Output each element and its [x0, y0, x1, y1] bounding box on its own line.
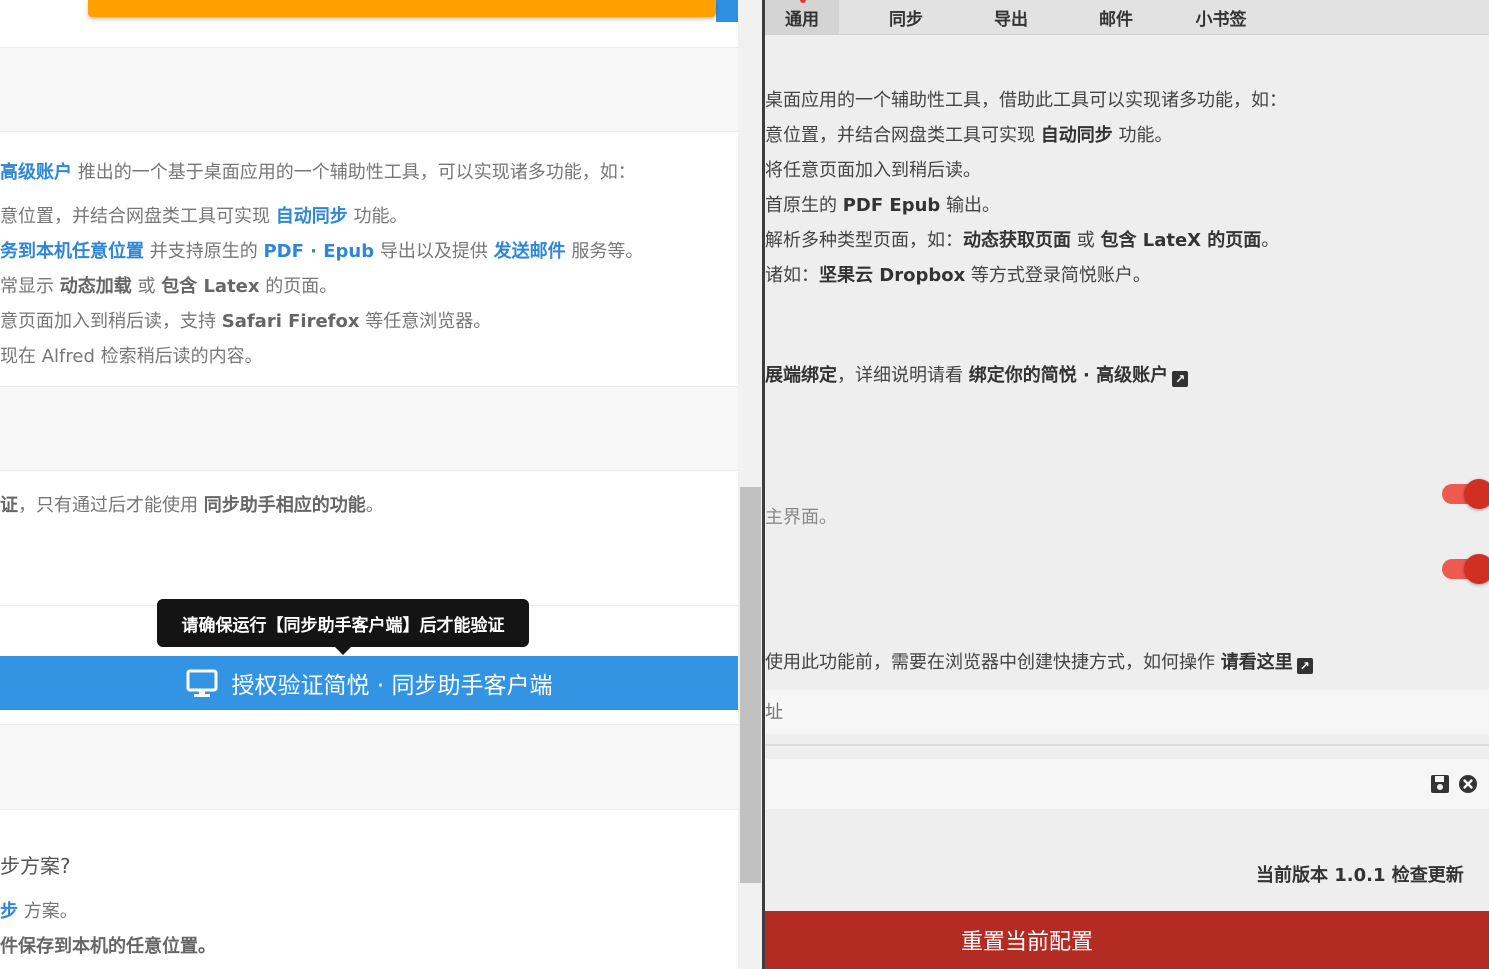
save-icon[interactable]: [1430, 774, 1450, 794]
reset-button-label: 重置当前配置: [960, 930, 1093, 955]
desc-line: 首原生的 PDF Epub 输出。: [765, 195, 1001, 216]
desc-line: 意位置，并结合网盘类工具可实现 自动同步 功能。: [765, 125, 1173, 146]
feature-line-dynamic: 常显示 动态加载 或 包含 Latex 的页面。: [0, 276, 338, 297]
scrollbar-thumb[interactable]: [740, 487, 761, 883]
faq-answer-line2: 件保存到本机的任意位置。: [0, 936, 216, 957]
bind-account-link[interactable]: 绑定你的简悦 · 高级账户: [969, 365, 1168, 386]
see-here-link[interactable]: 请看这里: [1221, 652, 1293, 673]
desc-line: 诸如：坚果云 Dropbox 等方式登录简悦账户。: [765, 265, 1151, 286]
desc-line: 将任意页面加入到稍后读。: [765, 160, 981, 181]
authorize-button-label: 授权验证简悦 · 同步助手客户端: [231, 673, 553, 699]
config-row: [765, 759, 1489, 809]
divider: [765, 744, 1489, 746]
desc-line: 桌面应用的一个辅助性工具，借助此工具可以实现诸多功能，如：: [765, 90, 1287, 111]
section-header-band: [0, 47, 738, 132]
toggle-label: 主界面。: [765, 507, 837, 528]
faq-question: 步方案?: [0, 854, 71, 878]
options-page-left: 高级账户 推出的一个基于桌面应用的一个辅助性工具，可以实现诸多功能，如： 意位置…: [0, 0, 738, 969]
tab-export[interactable]: 导出: [974, 0, 1048, 34]
feature-line-sync: 意位置，并结合网盘类工具可实现 自动同步 功能。: [0, 206, 408, 227]
tab-general[interactable]: 通用: [765, 0, 839, 34]
settings-panel-right: 通用 同步 导出 邮件 小书签 桌面应用的一个辅助性工具，借助此工具可以实现诸多…: [765, 0, 1489, 969]
feature-line-readlater: 意页面加入到稍后读，支持 Safari Firefox 等任意浏览器。: [0, 311, 492, 332]
toggle-switch[interactable]: [1442, 479, 1489, 509]
url-input[interactable]: [765, 690, 1489, 734]
auth-tooltip: 请确保运行【同步助手客户端】后才能验证: [157, 599, 529, 655]
notification-dot: [800, 0, 806, 3]
feature-line-alfred: 现在 Alfred 检索稍后读的内容。: [0, 346, 263, 367]
authorize-client-button[interactable]: 授权验证简悦 · 同步助手客户端: [0, 656, 738, 710]
shortcut-help-line: 使用此功能前，需要在浏览器中创建快捷方式，如何操作 请看这里 ↗: [765, 648, 1313, 674]
reset-config-button[interactable]: 重置当前配置: [765, 911, 1489, 969]
tab-sync[interactable]: 同步: [869, 0, 943, 34]
external-link-icon[interactable]: ↗: [1296, 658, 1313, 674]
tab-mail[interactable]: 邮件: [1079, 0, 1153, 34]
external-link-icon[interactable]: ↗: [1172, 371, 1189, 387]
section-header-band: [0, 386, 738, 471]
settings-tabs: 通用 同步 导出 邮件 小书签: [765, 0, 1489, 35]
monitor-icon: [186, 669, 218, 697]
version-info: 当前版本 1.0.1 检查更新: [1256, 865, 1464, 886]
section-header-band: [0, 724, 738, 810]
notification-banner: [88, 0, 716, 17]
faq-answer-line1: 步 方案。: [0, 901, 78, 922]
intro-text: 高级账户 推出的一个基于桌面应用的一个辅助性工具，可以实现诸多功能，如：: [0, 162, 636, 183]
left-scrollbar[interactable]: [738, 0, 763, 969]
close-circle-icon[interactable]: [1458, 774, 1478, 794]
top-bar-edge: [716, 0, 738, 22]
toggle-switch[interactable]: [1442, 554, 1489, 584]
auth-note: 证，只有通过后才能使用 同步助手相应的功能。: [0, 495, 384, 516]
bind-account-line: 展端绑定，详细说明请看 绑定你的简悦 · 高级账户 ↗: [765, 361, 1189, 387]
desc-line: 解析多种类型页面，如：动态获取页面 或 包含 LateX 的页面。: [765, 230, 1280, 251]
feature-line-export: 务到本机任意位置 并支持原生的 PDF · Epub 导出以及提供 发送邮件 服…: [0, 241, 644, 262]
premium-account-link[interactable]: 高级账户: [0, 162, 72, 183]
tab-bookmarklet[interactable]: 小书签: [1184, 0, 1258, 34]
